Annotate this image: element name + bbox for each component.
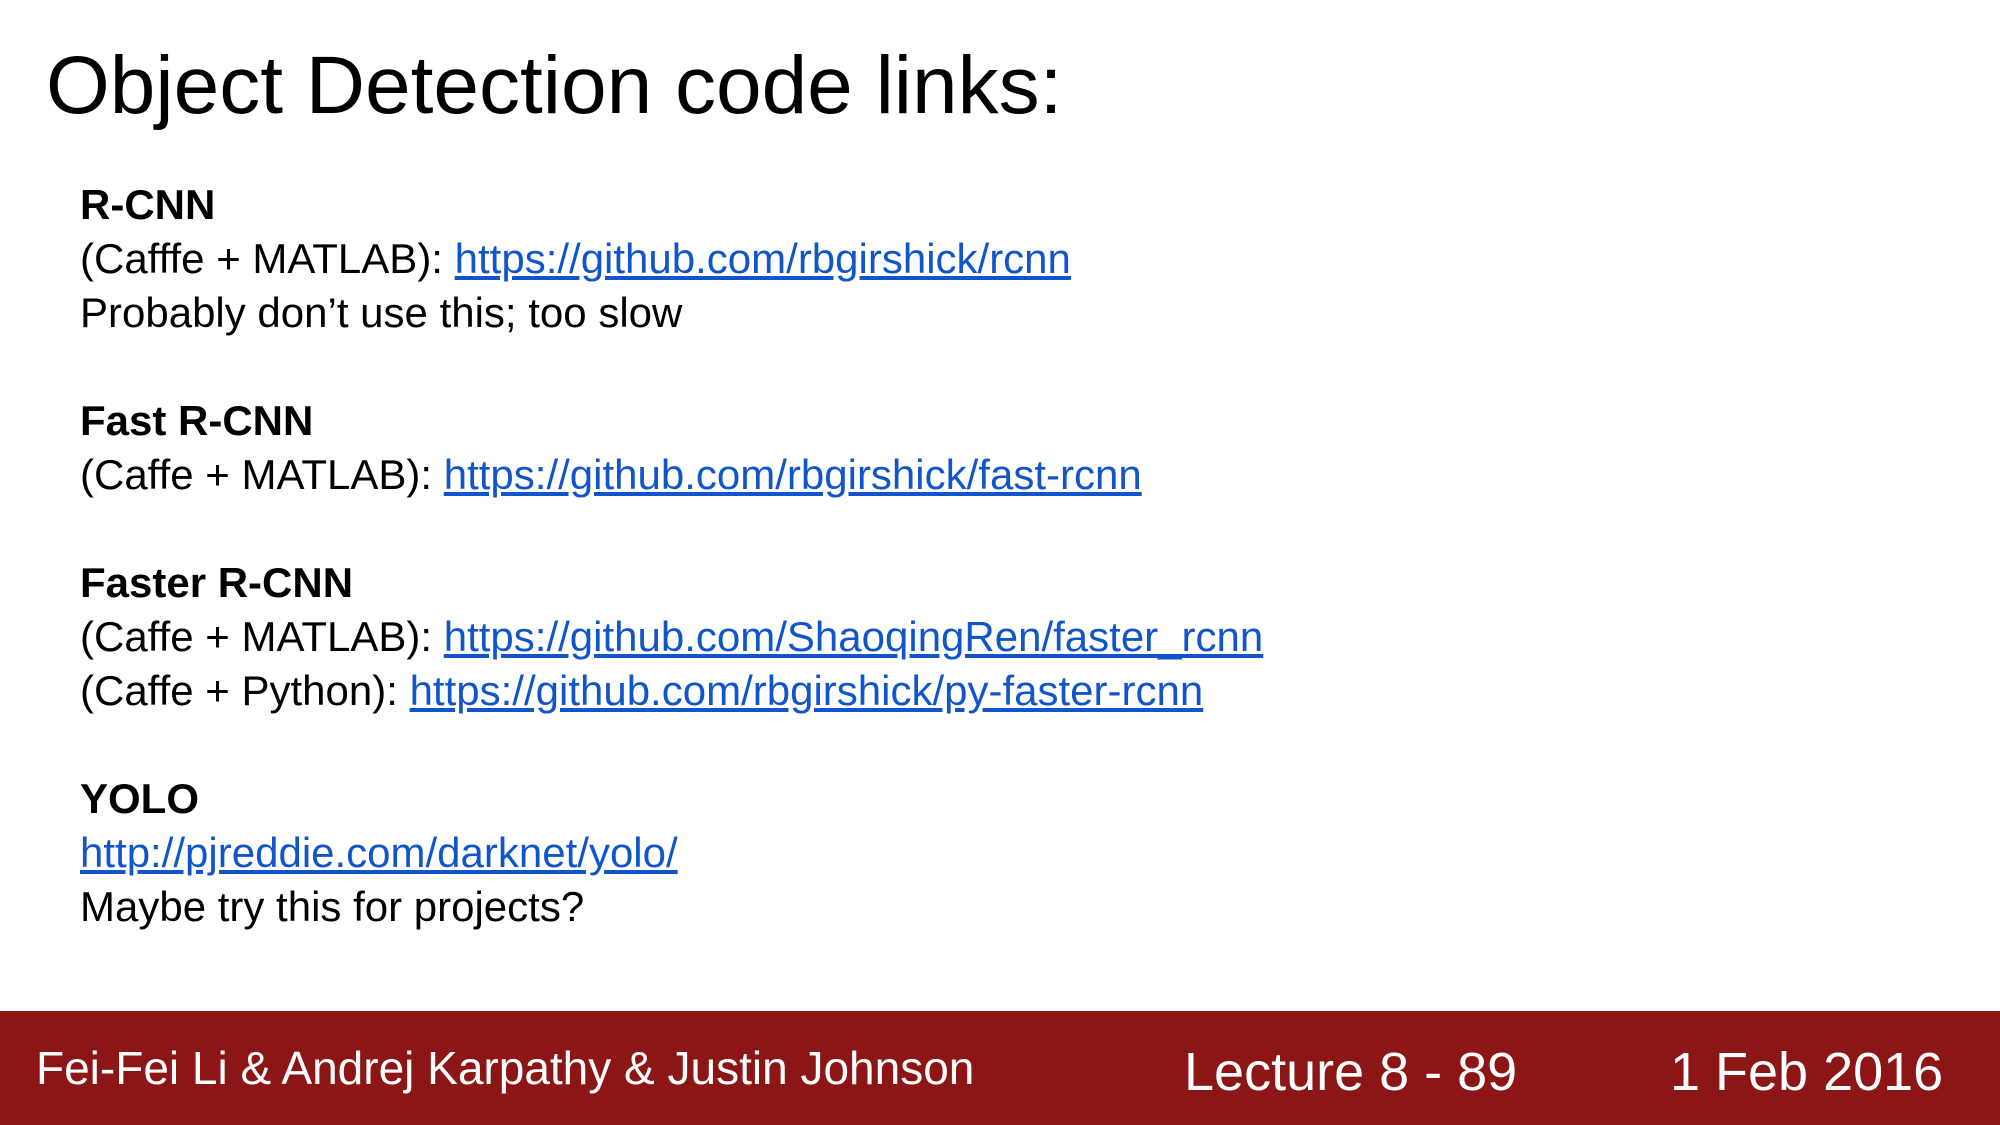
section-note: Maybe try this for projects? xyxy=(80,883,585,930)
footer-date: 1 Feb 2016 xyxy=(1670,1042,1944,1102)
line-prefix: (Cafffe + MATLAB): xyxy=(80,235,455,282)
line-prefix: (Caffe + MATLAB): xyxy=(80,451,444,498)
footer-bar: Fei-Fei Li & Andrej Karpathy & Justin Jo… xyxy=(0,1011,2000,1125)
section-heading: YOLO xyxy=(80,775,200,822)
section-fast-rcnn: Fast R-CNN (Caffe + MATLAB): https://git… xyxy=(80,394,1263,502)
slide-title: Object Detection code links: xyxy=(46,40,1063,131)
section-line: http://pjreddie.com/darknet/yolo/ xyxy=(80,826,1263,880)
footer-lecture-number: Lecture 8 - 89 xyxy=(1184,1042,1518,1102)
yolo-link[interactable]: http://pjreddie.com/darknet/yolo/ xyxy=(80,829,678,876)
line-prefix: (Caffe + MATLAB): xyxy=(80,613,444,660)
line-prefix: (Caffe + Python): xyxy=(80,667,410,714)
footer-authors: Fei-Fei Li & Andrej Karpathy & Justin Jo… xyxy=(36,1042,975,1094)
section-faster-rcnn: Faster R-CNN (Caffe + MATLAB): https://g… xyxy=(80,556,1263,718)
section-heading: R-CNN xyxy=(80,181,216,228)
fast-rcnn-link[interactable]: https://github.com/rbgirshick/fast-rcnn xyxy=(444,451,1142,498)
section-line: (Caffe + MATLAB): https://github.com/Sha… xyxy=(80,610,1263,664)
section-note: Probably don’t use this; too slow xyxy=(80,289,683,336)
faster-rcnn-matlab-link[interactable]: https://github.com/ShaoqingRen/faster_rc… xyxy=(444,613,1264,660)
section-line: (Caffe + Python): https://github.com/rbg… xyxy=(80,664,1263,718)
section-yolo: YOLO http://pjreddie.com/darknet/yolo/ M… xyxy=(80,772,1263,934)
slide-content: R-CNN (Cafffe + MATLAB): https://github.… xyxy=(80,178,1263,934)
rcnn-link[interactable]: https://github.com/rbgirshick/rcnn xyxy=(455,235,1071,282)
section-rcnn: R-CNN (Cafffe + MATLAB): https://github.… xyxy=(80,178,1263,340)
section-line: (Caffe + MATLAB): https://github.com/rbg… xyxy=(80,448,1263,502)
faster-rcnn-python-link[interactable]: https://github.com/rbgirshick/py-faster-… xyxy=(410,667,1204,714)
section-heading: Faster R-CNN xyxy=(80,559,354,606)
section-heading: Fast R-CNN xyxy=(80,397,314,444)
section-line: (Cafffe + MATLAB): https://github.com/rb… xyxy=(80,232,1263,286)
